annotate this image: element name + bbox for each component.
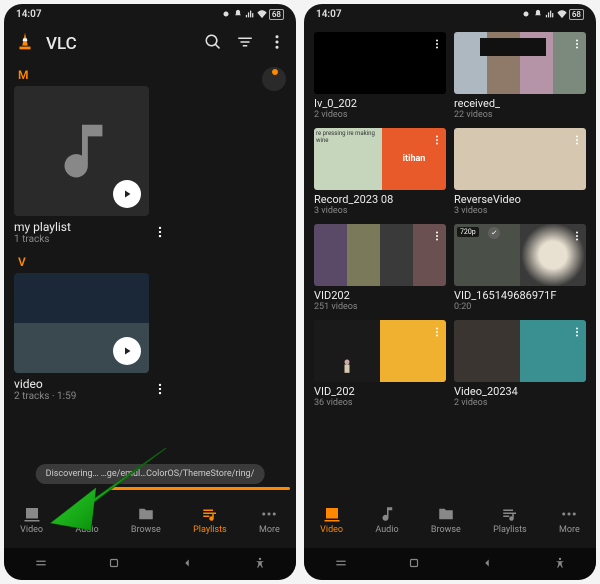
nav-more[interactable]: More (559, 505, 580, 535)
nav-playlists[interactable]: Playlists (493, 505, 527, 535)
vlc-cone-icon (14, 31, 36, 57)
status-icons: 68 (221, 9, 284, 20)
section-letter-m: M (18, 68, 286, 82)
accessibility-icon[interactable] (253, 555, 267, 574)
more-vert-icon[interactable] (153, 224, 167, 243)
nav-video[interactable]: Video (320, 505, 343, 535)
video-folder[interactable]: received_ 22 videos (454, 32, 586, 120)
more-vert-icon[interactable] (268, 33, 286, 55)
home-icon[interactable] (107, 555, 121, 574)
video-folder[interactable]: VID_202 36 videos (314, 320, 446, 408)
search-icon[interactable] (204, 33, 222, 55)
video-folder[interactable]: re pressing ire making wine itihan Recor… (314, 128, 446, 216)
seen-check-icon (488, 227, 500, 239)
more-vert-icon[interactable] (571, 35, 583, 54)
nav-audio[interactable]: Audio (375, 505, 398, 535)
progress-bar (109, 487, 290, 490)
more-vert-icon[interactable] (571, 131, 583, 150)
more-vert-icon[interactable] (431, 35, 443, 54)
section-letter-v: V (18, 255, 286, 269)
sort-icon[interactable] (236, 33, 254, 55)
status-bar: 14:07 68 (304, 4, 596, 24)
video-folder[interactable]: ReverseVideo 3 videos (454, 128, 586, 216)
system-nav-bar (4, 548, 296, 580)
phone-left-playlists: 14:07 68 VLC M (4, 4, 296, 580)
status-bar: 14:07 68 (4, 4, 296, 24)
status-icons: 68 (521, 9, 584, 20)
back-icon[interactable] (180, 555, 194, 574)
quality-badge: 720p (457, 227, 479, 237)
playlist-title: my playlist (14, 220, 149, 234)
bottom-nav: Video Audio Browse Playlists More (4, 494, 296, 546)
play-icon[interactable] (113, 337, 141, 365)
more-vert-icon[interactable] (431, 131, 443, 150)
playlist-meta: 1 tracks (14, 234, 149, 245)
nav-audio[interactable]: Audio (75, 505, 98, 535)
nav-playlists[interactable]: Playlists (193, 505, 227, 535)
more-vert-icon[interactable] (571, 323, 583, 342)
video-folder[interactable]: VID202 251 videos (314, 224, 446, 312)
recent-apps-icon[interactable] (334, 555, 348, 574)
scanning-spinner (262, 67, 286, 91)
nav-more[interactable]: More (259, 505, 280, 535)
back-icon[interactable] (480, 555, 494, 574)
system-nav-bar (304, 548, 596, 580)
nav-browse[interactable]: Browse (431, 505, 461, 535)
video-folder[interactable]: Video_20234 2 videos (454, 320, 586, 408)
app-title: VLC (46, 34, 194, 54)
playlist-card-video[interactable]: video 2 tracks · 1:59 (14, 273, 149, 402)
nav-video[interactable]: Video (20, 505, 43, 535)
bottom-nav: Video Audio Browse Playlists More (304, 494, 596, 546)
video-folder[interactable]: Iv_0_202 2 videos (314, 32, 446, 120)
scanning-toast: Discovering… …ge/emul…ColorOS/ThemeStore… (36, 464, 265, 484)
status-time: 14:07 (316, 9, 342, 20)
recent-apps-icon[interactable] (34, 555, 48, 574)
more-vert-icon[interactable] (571, 227, 583, 246)
more-vert-icon[interactable] (431, 323, 443, 342)
play-icon[interactable] (113, 180, 141, 208)
home-icon[interactable] (407, 555, 421, 574)
more-vert-icon[interactable] (153, 381, 167, 400)
status-time: 14:07 (16, 9, 42, 20)
nav-browse[interactable]: Browse (131, 505, 161, 535)
playlist-meta: 2 tracks · 1:59 (14, 391, 149, 402)
video-item[interactable]: 720p VID_165149686971F 0:20 (454, 224, 586, 312)
accessibility-icon[interactable] (553, 555, 567, 574)
playlist-title: video (14, 377, 149, 391)
more-vert-icon[interactable] (431, 227, 443, 246)
phone-right-video: 14:07 68 Iv_0_202 2 videos received_ (304, 4, 596, 580)
playlist-card-my-playlist[interactable]: my playlist 1 tracks (14, 86, 149, 245)
app-header: VLC (4, 24, 296, 64)
